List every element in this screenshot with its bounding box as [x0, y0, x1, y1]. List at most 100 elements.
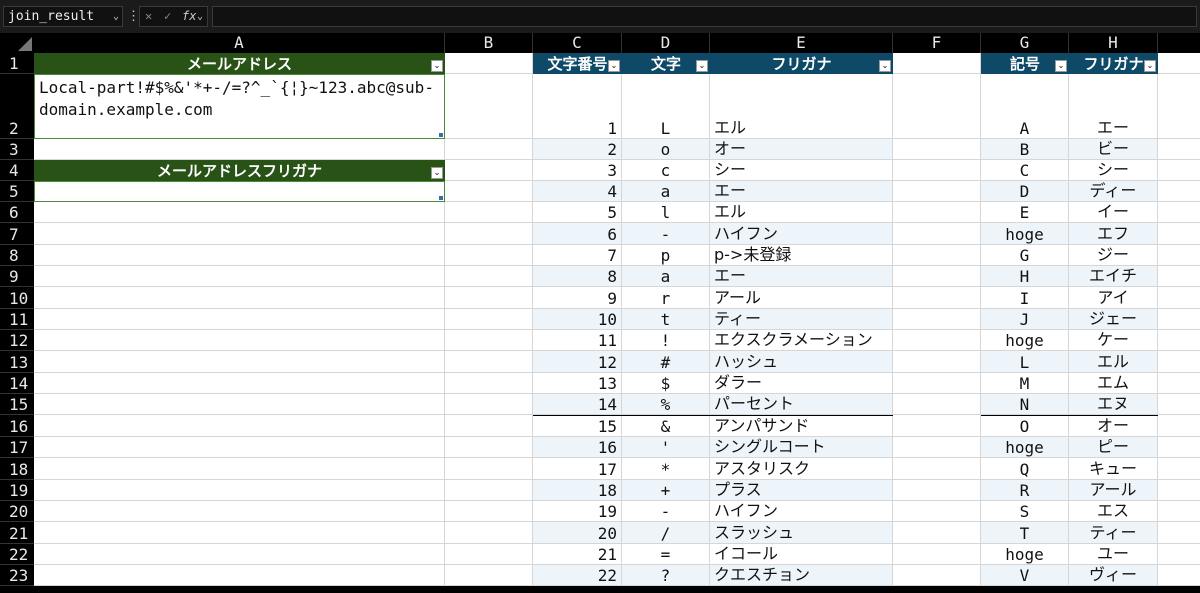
table3-cell[interactable]: パーセント	[710, 394, 893, 416]
table-resize-handle[interactable]	[439, 133, 443, 137]
row-header-21[interactable]: 21	[0, 522, 34, 544]
table3-cell[interactable]: r	[622, 287, 710, 309]
table4-cell[interactable]: ユー	[1069, 543, 1158, 565]
row-header-17[interactable]: 17	[0, 436, 34, 459]
table4-cell[interactable]: エヌ	[1069, 394, 1158, 416]
row-header-7[interactable]: 7	[0, 223, 34, 245]
table3-cell[interactable]: アスタリスク	[710, 458, 893, 480]
table4-cell[interactable]: S	[981, 500, 1069, 523]
table3-cell[interactable]: &	[622, 415, 710, 437]
table3-cell[interactable]: o	[622, 139, 710, 160]
table3-cell[interactable]: a	[622, 266, 710, 288]
table3-cell[interactable]: 3	[533, 160, 622, 181]
table4-cell[interactable]: C	[981, 160, 1069, 181]
table3-cell[interactable]: p	[622, 244, 710, 267]
table2-header[interactable]: メールアドレスフリガナ ⌄	[34, 160, 445, 181]
row-header-6[interactable]: 6	[0, 202, 34, 224]
table4-header-1[interactable]: フリガナ ⌄	[1069, 53, 1158, 74]
table3-cell[interactable]: t	[622, 308, 710, 331]
table3-cell[interactable]: プラス	[710, 479, 893, 501]
table3-cell[interactable]: 20	[533, 522, 622, 544]
table4-cell[interactable]: アール	[1069, 479, 1158, 501]
table3-cell[interactable]: シー	[710, 160, 893, 181]
row-header-4[interactable]: 4	[0, 160, 34, 181]
table3-cell[interactable]: ハッシュ	[710, 351, 893, 373]
table3-cell[interactable]: 12	[533, 351, 622, 373]
row-header-12[interactable]: 12	[0, 330, 34, 352]
table4-cell[interactable]: ディー	[1069, 181, 1158, 202]
table3-cell[interactable]: オー	[710, 139, 893, 160]
table3-cell[interactable]: エー	[710, 181, 893, 202]
table4-cell[interactable]: hoge	[981, 436, 1069, 459]
table3-cell[interactable]: エル	[710, 202, 893, 224]
row-header-13[interactable]: 13	[0, 351, 34, 373]
table3-cell[interactable]: エクスクラメーション	[710, 330, 893, 352]
column-header-d[interactable]: D	[622, 33, 710, 53]
row-header-15[interactable]: 15	[0, 394, 34, 416]
table3-cell[interactable]: #	[622, 351, 710, 373]
column-header-h[interactable]: H	[1069, 33, 1158, 53]
table3-cell[interactable]: ハイフン	[710, 500, 893, 523]
table4-cell[interactable]: ジー	[1069, 244, 1158, 267]
table4-cell[interactable]: エル	[1069, 351, 1158, 373]
table4-cell[interactable]: ビー	[1069, 139, 1158, 160]
table3-cell[interactable]: a	[622, 181, 710, 202]
table4-cell[interactable]: ティー	[1069, 522, 1158, 544]
table3-cell[interactable]: /	[622, 522, 710, 544]
table1-header[interactable]: メールアドレス ⌄	[34, 53, 445, 74]
column-header-g[interactable]: G	[981, 33, 1069, 53]
table3-cell[interactable]: 6	[533, 223, 622, 245]
row-header-11[interactable]: 11	[0, 308, 34, 331]
row-header-18[interactable]: 18	[0, 458, 34, 480]
filter-dropdown-icon[interactable]: ⌄	[696, 60, 708, 72]
table4-cell[interactable]: ピー	[1069, 436, 1158, 459]
column-header-b[interactable]: B	[445, 33, 533, 53]
table4-cell[interactable]: J	[981, 308, 1069, 331]
column-header-a[interactable]: A	[34, 33, 445, 53]
row-header-19[interactable]: 19	[0, 479, 34, 501]
table4-cell[interactable]: A	[981, 74, 1069, 139]
table4-cell[interactable]: hoge	[981, 223, 1069, 245]
table4-cell[interactable]: エー	[1069, 74, 1158, 139]
table4-cell[interactable]: エイチ	[1069, 266, 1158, 288]
table4-cell[interactable]: T	[981, 522, 1069, 544]
row-header-10[interactable]: 10	[0, 287, 34, 309]
table3-cell[interactable]: 14	[533, 394, 622, 416]
table4-cell[interactable]: Q	[981, 458, 1069, 480]
table3-cell[interactable]: 8	[533, 266, 622, 288]
table3-cell[interactable]: 21	[533, 543, 622, 565]
row-header-5[interactable]: 5	[0, 181, 34, 202]
table4-cell[interactable]: H	[981, 266, 1069, 288]
email-furigana-cell[interactable]	[34, 181, 445, 202]
table3-cell[interactable]: 4	[533, 181, 622, 202]
table3-cell[interactable]: シングルコート	[710, 436, 893, 459]
table4-cell[interactable]: シー	[1069, 160, 1158, 181]
table3-cell[interactable]: ハイフン	[710, 223, 893, 245]
table3-cell[interactable]: +	[622, 479, 710, 501]
table4-cell[interactable]: エス	[1069, 500, 1158, 523]
filter-dropdown-icon[interactable]: ⌄	[431, 60, 443, 72]
table4-cell[interactable]: エフ	[1069, 223, 1158, 245]
table3-header-0[interactable]: 文字番号 ⌄	[533, 53, 622, 74]
table3-cell[interactable]: 9	[533, 287, 622, 309]
table3-cell[interactable]: 22	[533, 564, 622, 587]
table3-cell[interactable]: ?	[622, 564, 710, 587]
table3-cell[interactable]: アンパサンド	[710, 415, 893, 437]
row-header-9[interactable]: 9	[0, 266, 34, 288]
row-header-14[interactable]: 14	[0, 372, 34, 395]
chevron-down-icon[interactable]: ⌄	[113, 7, 119, 26]
column-header-f[interactable]: F	[893, 33, 981, 53]
table4-cell[interactable]: ヴィー	[1069, 564, 1158, 587]
table3-cell[interactable]: !	[622, 330, 710, 352]
table4-cell[interactable]: hoge	[981, 330, 1069, 352]
table4-cell[interactable]: E	[981, 202, 1069, 224]
row-header-23[interactable]: 23	[0, 564, 34, 587]
table4-header-0[interactable]: 記号 ⌄	[981, 53, 1069, 74]
table3-cell[interactable]: %	[622, 394, 710, 416]
table4-cell[interactable]: hoge	[981, 543, 1069, 565]
table3-cell[interactable]: 17	[533, 458, 622, 480]
table3-cell[interactable]: 5	[533, 202, 622, 224]
table3-cell[interactable]: 13	[533, 372, 622, 395]
column-header-c[interactable]: C	[533, 33, 622, 53]
table4-cell[interactable]: イー	[1069, 202, 1158, 224]
